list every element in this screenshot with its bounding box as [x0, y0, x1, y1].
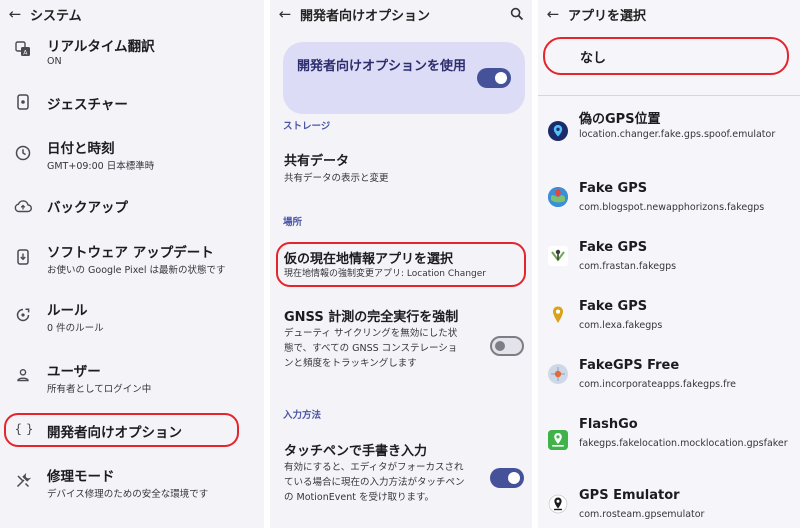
- use-developer-options-label: 開発者向けオプションを使用: [297, 59, 467, 74]
- setting-subtitle: ON: [47, 56, 62, 67]
- app-package: com.incorporateapps.fakegps.fre: [579, 379, 736, 390]
- select-app-title: アプリを選択: [568, 8, 647, 24]
- setting-date-time[interactable]: 日付と時刻 GMT+09:00 日本標準時: [0, 134, 264, 178]
- rules-icon: [14, 306, 32, 324]
- search-icon[interactable]: [510, 6, 524, 21]
- app-option-flashgo[interactable]: FlashGo fakegps.fakelocation.mocklocatio…: [538, 417, 800, 469]
- satellite-icon: [548, 364, 568, 384]
- section-location: 場所: [283, 217, 303, 228]
- app-name: Fake GPS: [579, 299, 648, 314]
- cloud-upload-icon: [14, 197, 32, 215]
- use-developer-options-card[interactable]: 開発者向けオプションを使用: [283, 42, 525, 114]
- app-name: 偽のGPS位置: [579, 112, 661, 127]
- app-name: FakeGPS Free: [579, 358, 680, 373]
- joystick-icon: [548, 246, 568, 266]
- toggle-knob: [495, 341, 505, 351]
- developer-options-toggle[interactable]: [477, 68, 511, 88]
- app-name: GPS Emulator: [579, 488, 680, 503]
- none-option-highlight: [543, 37, 789, 75]
- setting-title: 日付と時刻: [47, 141, 115, 157]
- back-arrow-icon[interactable]: ←: [538, 5, 568, 23]
- clock-icon: [14, 144, 32, 162]
- setting-subtitle: お使いの Google Pixel は最新の状態です: [47, 265, 226, 276]
- developer-top-bar: ← 開発者向けオプション: [270, 0, 532, 28]
- globe-pin-icon: [548, 187, 568, 207]
- app-package: com.lexa.fakegps: [579, 320, 663, 331]
- flashgo-icon: [548, 430, 568, 450]
- setting-title: バックアップ: [47, 200, 128, 216]
- mock-location-highlight: [276, 242, 526, 287]
- app-package: com.blogspot.newapphorizons.fakegps: [579, 202, 765, 213]
- app-option-fakegps-newapphorizons[interactable]: Fake GPS com.blogspot.newapphorizons.fak…: [538, 181, 800, 221]
- gnss-subtitle: デューティ サイクリングを無効にした状態で、すべての GNSS コンステレーショ…: [284, 328, 458, 369]
- setting-title: ルール: [47, 303, 88, 319]
- app-package: location.changer.fake.gps.spoof.emulator: [579, 129, 776, 140]
- system-title: システム: [30, 8, 82, 24]
- setting-title: 修理モード: [47, 469, 115, 485]
- setting-subtitle: GMT+09:00 日本標準時: [47, 161, 155, 172]
- setting-title: ソフトウェア アップデート: [47, 245, 214, 261]
- app-name: Fake GPS: [579, 181, 648, 196]
- setting-title: リアルタイム翻訳: [47, 39, 155, 55]
- developer-title: 開発者向けオプション: [300, 8, 431, 24]
- app-option-fakegps-lexa[interactable]: Fake GPS com.lexa.fakegps: [538, 299, 800, 339]
- app-option-fakegps-free[interactable]: FakeGPS Free com.incorporateapps.fakegps…: [538, 358, 800, 398]
- developer-options-highlight: [4, 413, 239, 447]
- gnss-title: GNSS 計測の完全実行を強制: [284, 310, 459, 325]
- setting-repair-mode[interactable]: 修理モード デバイス修理のための安全な環境です: [0, 462, 264, 506]
- repair-tools-icon: [14, 472, 32, 490]
- toggle-knob: [495, 72, 507, 84]
- system-top-bar: ← システム: [0, 0, 264, 28]
- app-option-location-changer[interactable]: 偽のGPS位置 location.changer.fake.gps.spoof.…: [538, 108, 800, 160]
- stylus-title: タッチペンで手書き入力: [284, 444, 428, 459]
- translate-icon: A: [14, 40, 32, 58]
- setting-software-update[interactable]: ソフトウェア アップデート お使いの Google Pixel は最新の状態です: [0, 238, 264, 282]
- setting-users[interactable]: ユーザー 所有者としてログイン中: [0, 357, 264, 401]
- developer-options-panel: ← 開発者向けオプション 開発者向けオプションを使用 ストレージ 共有データ 共…: [270, 0, 532, 528]
- toggle-knob: [508, 472, 520, 484]
- setting-subtitle: 0 件のルール: [47, 323, 104, 334]
- gnss-toggle[interactable]: [490, 336, 524, 356]
- setting-title: ジェスチャー: [47, 97, 128, 113]
- stylus-subtitle: 有効にすると、エディタがフォーカスされている場合に現在の入力方法がタッチペンの …: [284, 462, 465, 503]
- setting-backup[interactable]: バックアップ: [0, 192, 264, 222]
- person-icon: [14, 366, 32, 384]
- app-option-fakegps-frastan[interactable]: Fake GPS com.frastan.fakegps: [538, 240, 800, 280]
- app-name: FlashGo: [579, 417, 638, 432]
- map-pin-icon: [548, 305, 568, 325]
- app-option-gps-emulator[interactable]: GPS Emulator com.rosteam.gpsemulator: [538, 488, 800, 528]
- setting-title: ユーザー: [47, 364, 101, 380]
- setting-live-translate[interactable]: A リアルタイム翻訳 ON: [0, 32, 264, 76]
- setting-gestures[interactable]: ジェスチャー: [0, 86, 264, 120]
- shared-data-title: 共有データ: [284, 154, 350, 169]
- app-name: Fake GPS: [579, 240, 648, 255]
- setting-subtitle: デバイス修理のための安全な環境です: [47, 489, 209, 500]
- back-arrow-icon[interactable]: ←: [0, 5, 30, 23]
- stylus-toggle[interactable]: [490, 468, 524, 488]
- system-settings-panel: ← システム A リアルタイム翻訳 ON ジェスチャー 日付と時刻 GMT+09…: [0, 0, 264, 528]
- app-package: fakegps.fakelocation.mocklocation.gpsfak…: [579, 438, 788, 449]
- section-input-method: 入力方法: [283, 410, 322, 421]
- shared-data-subtitle: 共有データの表示と変更: [284, 173, 389, 184]
- system-update-icon: [14, 248, 32, 266]
- section-storage: ストレージ: [283, 121, 331, 132]
- location-changer-icon: [548, 121, 568, 141]
- setting-rules[interactable]: ルール 0 件のルール: [0, 296, 264, 340]
- setting-subtitle: 所有者としてログイン中: [47, 384, 152, 395]
- app-package: com.rosteam.gpsemulator: [579, 509, 705, 520]
- divider: [538, 95, 800, 96]
- back-arrow-icon[interactable]: ←: [270, 5, 300, 23]
- app-package: com.frastan.fakegps: [579, 261, 677, 272]
- select-app-panel: ← アプリを選択 なし 偽のGPS位置 location.changer.fak…: [538, 0, 800, 528]
- select-app-top-bar: ← アプリを選択: [538, 0, 800, 28]
- gps-emulator-icon: [548, 494, 568, 514]
- phone-gesture-icon: [14, 93, 32, 111]
